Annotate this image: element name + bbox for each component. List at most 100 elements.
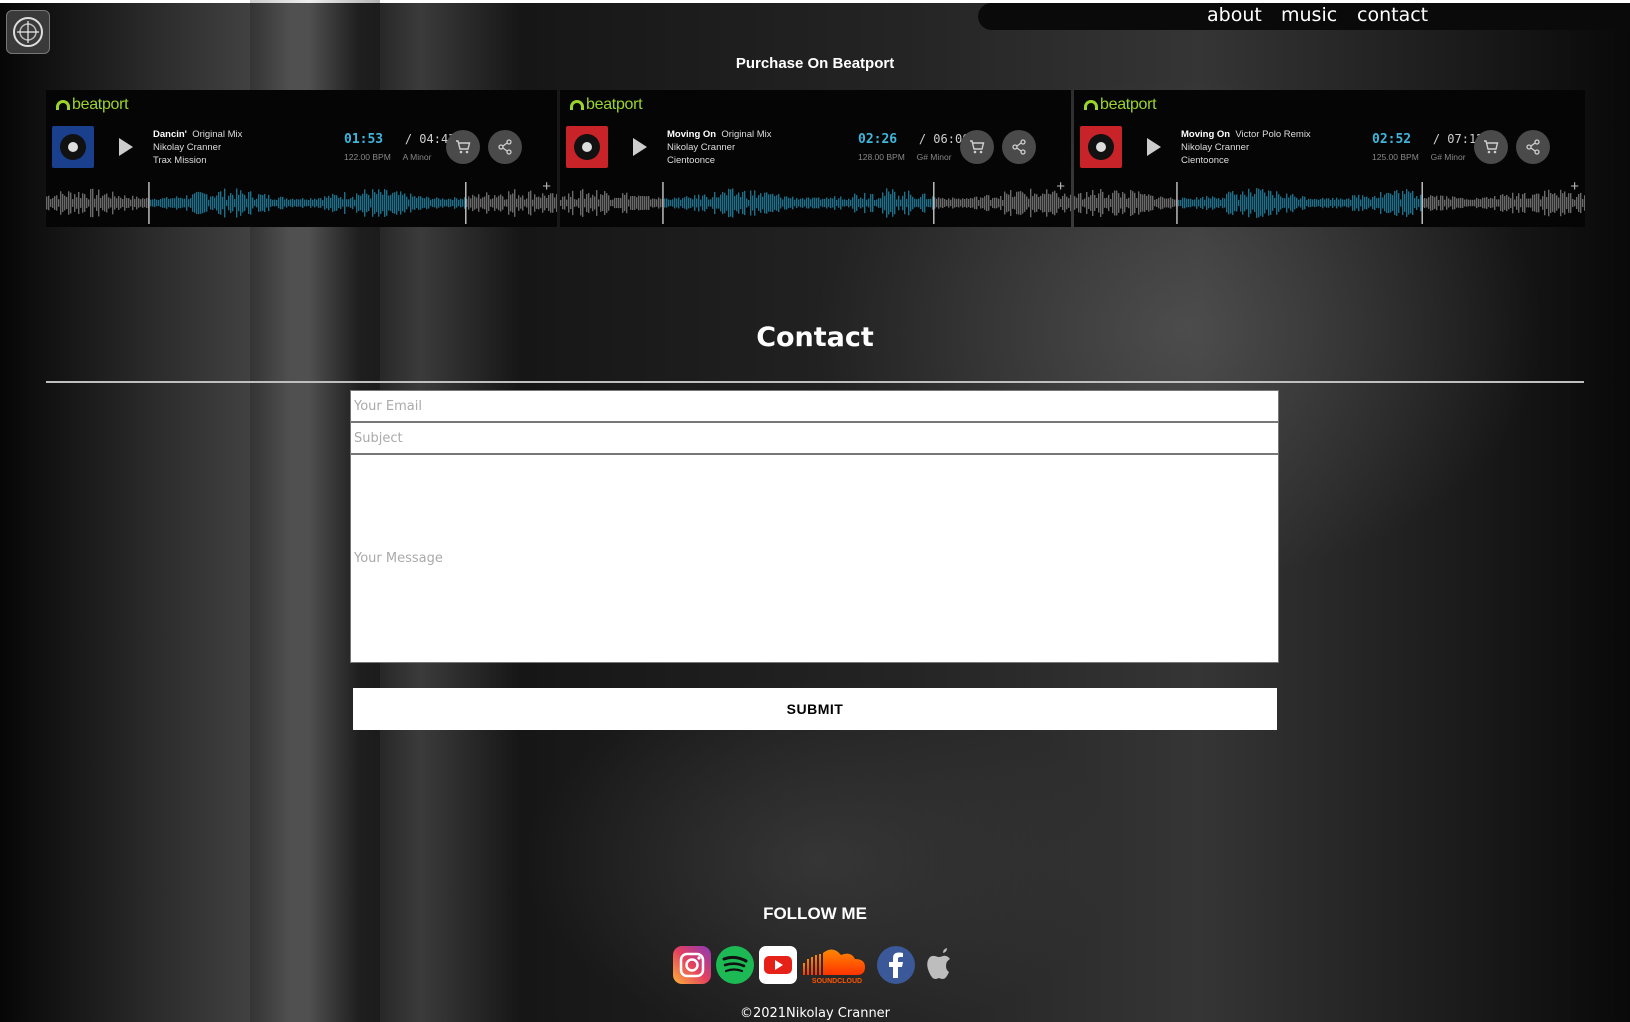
waveform[interactable] [1074,182,1585,224]
waveform-bar [326,197,328,209]
waveform-bar [256,198,258,208]
beatport-logo[interactable]: beatport [1084,96,1157,114]
waveform-bar [1464,199,1466,207]
waveform-bar [1056,193,1058,213]
waveform-bar [270,199,272,207]
waveform-bar [984,196,986,210]
waveform-bar [1130,189,1132,217]
time-readout: 02:52 / 07:12 [1372,132,1483,147]
waveform-bar [764,192,766,214]
track-cover[interactable] [566,126,608,168]
waveform-bar [1284,198,1286,208]
track-artist[interactable]: Nikolay Cranner [153,141,242,154]
track-title[interactable]: Dancin' [153,129,187,140]
waveform-bar [1256,188,1258,218]
track-cover[interactable] [1080,126,1122,168]
waveform-bar [1304,196,1306,210]
track-label[interactable]: Cientoonce [667,154,772,167]
beatport-logo[interactable]: beatport [570,96,643,114]
track-label[interactable]: Trax Mission [153,154,242,167]
waveform-bar [1582,198,1584,208]
email-field[interactable] [350,390,1279,422]
waveform-bar [422,197,424,209]
waveform-bar [1292,193,1294,213]
waveform-bar [306,199,308,207]
track-label[interactable]: Cientoonce [1181,154,1311,167]
instagram-icon[interactable] [672,945,712,985]
submit-button[interactable]: SUBMIT [353,688,1277,730]
waveform-bar [914,198,916,208]
waveform-bar [1356,197,1358,209]
waveform-bar [1000,195,1002,211]
waveform-bar [1424,198,1426,208]
track-title[interactable]: Moving On [667,129,716,140]
cart-icon[interactable] [960,130,994,164]
waveform-bar [792,196,794,210]
soundcloud-icon[interactable]: SOUNDCLOUD [801,945,873,985]
waveform-bar [88,199,90,207]
waveform-bar [812,197,814,209]
waveform-bar [1128,197,1130,209]
waveform-bar [520,197,522,209]
youtube-icon[interactable] [758,945,798,985]
waveform-bar [146,197,148,209]
message-field[interactable] [350,454,1279,663]
apple-icon[interactable] [919,945,959,985]
play-icon[interactable] [633,138,647,156]
waveform-bar [294,199,296,207]
waveform-bar [196,191,198,215]
waveform-bar [62,193,64,213]
waveform-bar [912,196,914,210]
waveform-bar [1080,192,1082,214]
track-title[interactable]: Moving On [1181,129,1230,140]
spotify-icon[interactable] [715,945,755,985]
waveform-bar [394,192,396,214]
track-artist[interactable]: Nikolay Cranner [667,141,772,154]
waveform[interactable] [46,182,557,224]
share-icon[interactable] [1002,130,1036,164]
share-icon[interactable] [1516,130,1550,164]
waveform-bar [106,193,108,213]
waveform-bar [988,195,990,211]
waveform[interactable] [560,182,1071,224]
track-mix: Original Mix [192,129,243,140]
waveform-bar [1374,195,1376,211]
play-icon[interactable] [119,138,133,156]
waveform-bar [630,196,632,210]
waveform-bar [516,198,518,208]
waveform-bar [158,199,160,207]
waveform-bar [1242,191,1244,215]
waveform-bar [532,199,534,207]
facebook-icon[interactable] [876,945,916,985]
waveform-bar [398,195,400,211]
waveform-bar [876,199,878,207]
waveform-bar [1126,198,1128,208]
waveform-bar [490,199,492,207]
beatport-logo[interactable]: beatport [56,96,129,114]
cart-icon[interactable] [446,130,480,164]
waveform-bar [1226,193,1228,213]
share-icon[interactable] [488,130,522,164]
waveform-bar [188,199,190,207]
track-cover[interactable] [52,126,94,168]
waveform-bar [202,192,204,214]
nav-contact[interactable]: contact [1357,4,1428,26]
waveform-bar [1002,199,1004,207]
waveform-bar [978,199,980,207]
waveform-bar [112,191,114,215]
waveform-bar [1238,199,1240,207]
nav-music[interactable]: music [1281,4,1337,26]
waveform-bar [880,198,882,208]
track-artist[interactable]: Nikolay Cranner [1181,141,1311,154]
waveform-bar [974,196,976,210]
waveform-bar [406,196,408,210]
cart-icon[interactable] [1474,130,1508,164]
waveform-bar [1324,199,1326,207]
play-icon[interactable] [1147,138,1161,156]
nav-about[interactable]: about [1207,4,1262,26]
waveform-bar [1528,198,1530,208]
waveform-bar [690,198,692,208]
waveform-bar [172,198,174,208]
subject-field[interactable] [350,422,1279,454]
site-logo[interactable] [6,10,50,54]
